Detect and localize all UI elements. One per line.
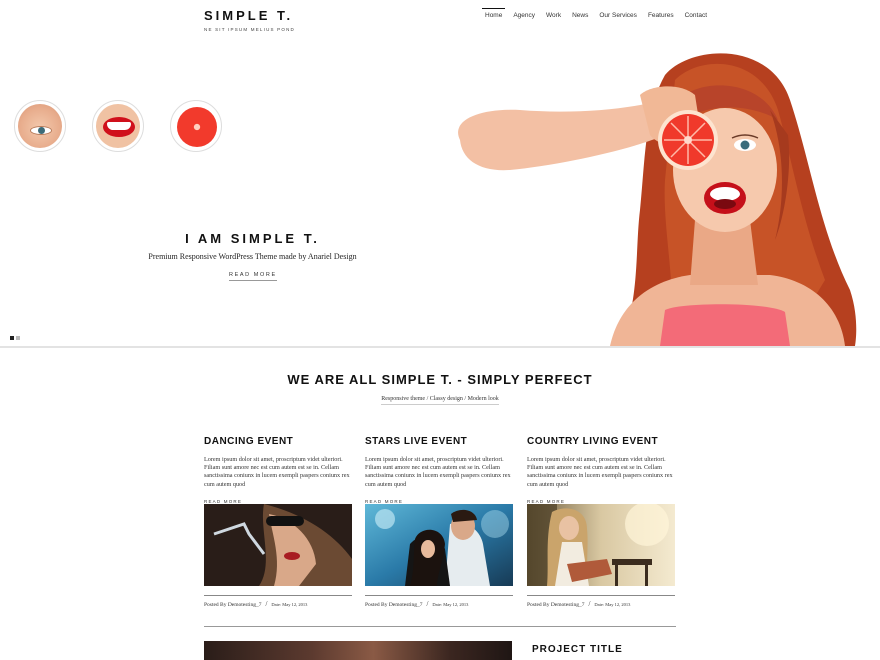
post-meta: Posted By Demotesting_7/Date: May 12, 20…	[365, 600, 469, 608]
slide-thumb-eye[interactable]	[14, 100, 66, 152]
nav-our-services[interactable]: Our Services	[594, 8, 642, 19]
post-date: Date: May 12, 2013	[432, 602, 469, 607]
post-divider	[527, 595, 675, 596]
post-author[interactable]: Posted By Demotesting_7	[527, 602, 584, 608]
post-divider	[204, 595, 352, 596]
slider-pagination	[10, 336, 20, 340]
site-tagline: NE SIT IPSUM MELIUS POND	[204, 27, 295, 32]
slider-dot-2[interactable]	[16, 336, 20, 340]
post-excerpt: Lorem ipsum dolor sit amet, proscriptum …	[527, 456, 673, 488]
post-excerpt: Lorem ipsum dolor sit amet, proscriptum …	[204, 456, 350, 488]
post-title[interactable]: STARS LIVE EVENT	[365, 436, 513, 447]
post-image-country[interactable]	[527, 504, 675, 586]
post-title[interactable]: DANCING EVENT	[204, 436, 352, 447]
section-subtitle: Responsive theme / Classy design / Moder…	[0, 396, 880, 405]
slide-thumb-grapefruit[interactable]	[170, 100, 222, 152]
section-subtitle-text: Responsive theme / Classy design / Moder…	[381, 396, 499, 405]
post-date: Date: May 12, 2013	[594, 602, 631, 607]
post-title[interactable]: COUNTRY LIVING EVENT	[527, 436, 675, 447]
hero-read-more-link[interactable]: READ MORE	[229, 272, 277, 281]
site-header: SIMPLE T. NE SIT IPSUM MELIUS POND Home …	[0, 0, 880, 40]
slide-thumb-lips[interactable]	[92, 100, 144, 152]
hero-title: I AM SIMPLE T.	[185, 231, 320, 246]
hero-woman-image	[458, 53, 857, 346]
grapefruit-thumbnail-image	[174, 104, 218, 148]
nav-news[interactable]: News	[567, 8, 593, 19]
lips-thumbnail-image	[96, 104, 140, 148]
project-title[interactable]: PROJECT TITLE	[532, 644, 623, 655]
nav-agency[interactable]: Agency	[508, 8, 540, 19]
post-author[interactable]: Posted By Demotesting_7	[365, 602, 422, 608]
hero-divider	[0, 346, 880, 348]
post-author[interactable]: Posted By Demotesting_7	[204, 602, 261, 608]
section-title: WE ARE ALL SIMPLE T. - SIMPLY PERFECT	[287, 372, 593, 387]
nav-contact[interactable]: Contact	[680, 8, 712, 19]
hero-subtitle: Premium Responsive WordPress Theme made …	[148, 252, 357, 261]
post-image-dancing[interactable]	[204, 504, 352, 586]
nav-home[interactable]: Home	[480, 8, 507, 19]
hero-slider: I AM SIMPLE T. Premium Responsive WordPr…	[0, 40, 880, 346]
section-divider	[204, 626, 676, 627]
nav-work[interactable]: Work	[541, 8, 566, 19]
eye-thumbnail-image	[18, 104, 62, 148]
nav-features[interactable]: Features	[643, 8, 679, 19]
post-divider	[365, 595, 513, 596]
post-date: Date: May 12, 2013	[271, 602, 308, 607]
post-card-dancing: DANCING EVENT Lorem ipsum dolor sit amet…	[204, 436, 352, 608]
post-image-stars[interactable]	[365, 504, 513, 586]
project-image[interactable]	[204, 641, 512, 660]
main-nav: Home Agency Work News Our Services Featu…	[480, 8, 713, 19]
post-excerpt: Lorem ipsum dolor sit amet, proscriptum …	[365, 456, 511, 488]
post-card-country: COUNTRY LIVING EVENT Lorem ipsum dolor s…	[527, 436, 675, 608]
slider-dot-1[interactable]	[10, 336, 14, 340]
post-meta: Posted By Demotesting_7/Date: May 12, 20…	[204, 600, 308, 608]
post-card-stars: STARS LIVE EVENT Lorem ipsum dolor sit a…	[365, 436, 513, 608]
post-meta: Posted By Demotesting_7/Date: May 12, 20…	[527, 600, 631, 608]
site-logo[interactable]: SIMPLE T.	[204, 8, 293, 23]
